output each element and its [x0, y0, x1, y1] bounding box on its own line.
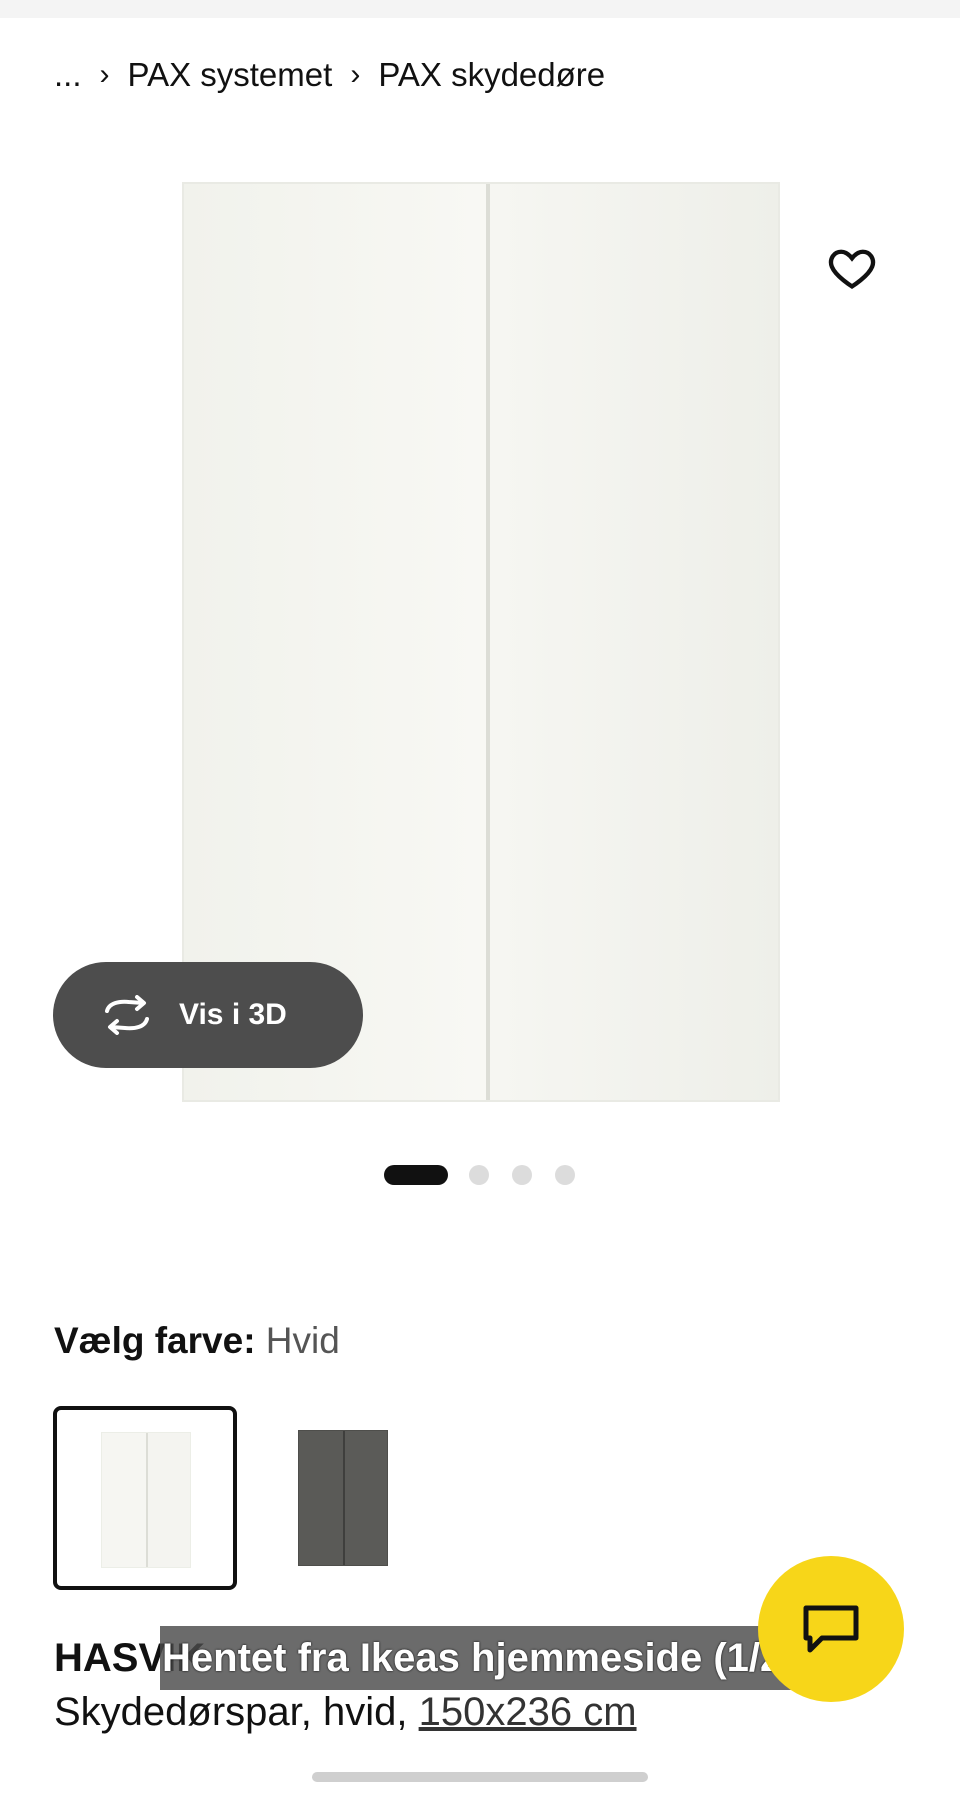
chat-bubble-icon — [803, 1605, 859, 1653]
breadcrumb-ellipsis[interactable]: ... — [54, 56, 82, 94]
product-size-link[interactable]: 150x236 cm — [419, 1690, 637, 1734]
breadcrumb: ... › PAX systemet › PAX skydedøre — [54, 52, 605, 98]
caption-overlay: Hentet fra Ikeas hjemmeside (1/2) — [160, 1626, 800, 1690]
pagination-dot-1[interactable] — [384, 1165, 448, 1185]
view-3d-label: Vis i 3D — [179, 998, 287, 1031]
pagination-dot-2[interactable] — [469, 1165, 489, 1185]
color-swatch-grey[interactable] — [250, 1406, 434, 1590]
swatch-white-image — [101, 1432, 191, 1568]
gallery-pagination — [0, 1164, 960, 1186]
chat-button[interactable] — [758, 1556, 904, 1702]
chevron-right-icon: › — [99, 58, 110, 91]
product-description: Skydedørspar, hvid, 150x236 cm — [54, 1690, 637, 1735]
pagination-dot-4[interactable] — [555, 1165, 575, 1185]
product-description-text: Skydedørspar, hvid, — [54, 1690, 419, 1734]
pagination-dot-3[interactable] — [512, 1165, 532, 1185]
swatch-grey-image — [298, 1430, 388, 1566]
chevron-right-icon: › — [350, 58, 361, 91]
rotate-3d-icon — [105, 995, 149, 1035]
heart-icon[interactable] — [826, 242, 878, 294]
breadcrumb-item-pax-systemet[interactable]: PAX systemet — [128, 56, 333, 94]
breadcrumb-item-pax-skydedore[interactable]: PAX skydedøre — [378, 56, 605, 94]
color-selector-title: Vælg farve: Hvid — [54, 1320, 340, 1362]
status-bar-strip — [0, 0, 960, 18]
color-selected-value: Hvid — [265, 1320, 340, 1361]
color-selector-label: Vælg farve: — [54, 1320, 256, 1361]
color-swatch-white[interactable] — [53, 1406, 237, 1590]
home-indicator[interactable] — [312, 1772, 648, 1782]
view-3d-button[interactable]: Vis i 3D — [53, 962, 363, 1068]
